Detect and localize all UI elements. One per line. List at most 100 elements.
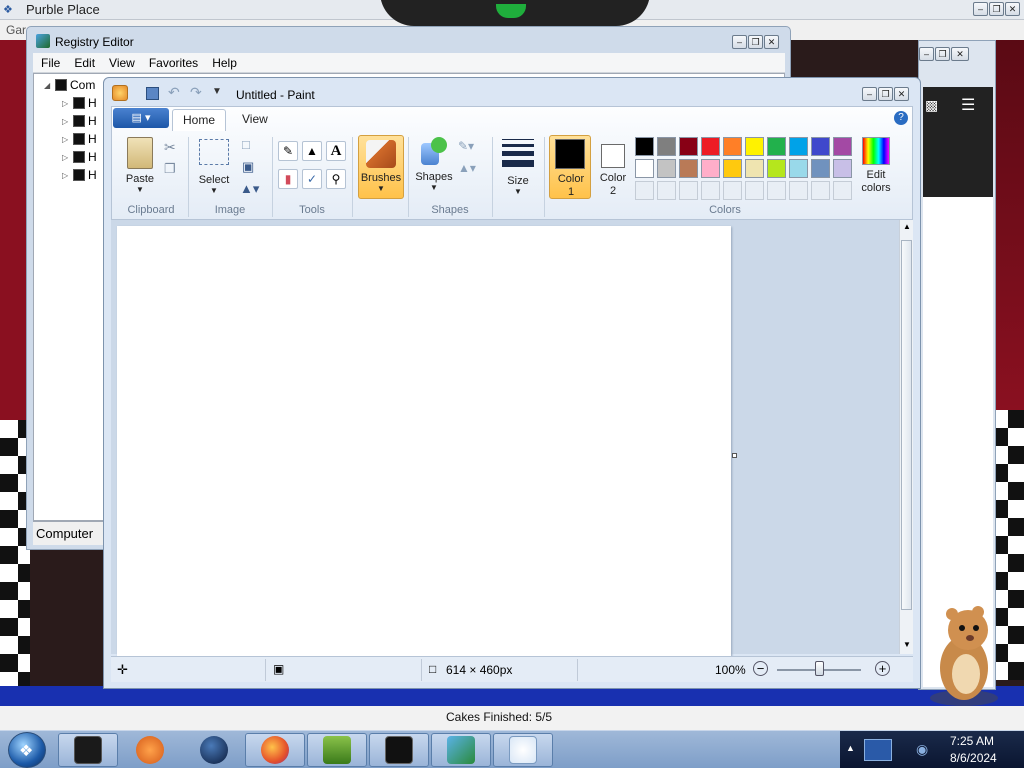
menu-edit[interactable]: Edit — [74, 56, 95, 70]
magnifier-icon[interactable]: ⚲ — [326, 169, 346, 189]
tab-view[interactable]: View — [232, 109, 278, 131]
taskbar-app-dark[interactable] — [58, 733, 118, 767]
select-button[interactable]: Select ▼ — [196, 137, 232, 197]
palette-empty-swatch[interactable] — [635, 181, 654, 200]
paint-menu-button[interactable]: ▤ ▾ — [113, 108, 169, 128]
tree-root[interactable]: ◢ Com — [44, 78, 95, 92]
palette-empty-swatch[interactable] — [833, 181, 852, 200]
menu-favorites[interactable]: Favorites — [149, 56, 198, 70]
expand-icon[interactable]: ▷ — [62, 117, 70, 126]
size-button[interactable]: Size ▼ — [498, 137, 538, 197]
palette-color-swatch[interactable] — [657, 137, 676, 156]
palette-empty-swatch[interactable] — [789, 181, 808, 200]
cut-icon[interactable]: ✂ — [164, 139, 176, 156]
palette-color-swatch[interactable] — [811, 159, 830, 178]
game-menu-item[interactable]: Gar — [6, 23, 26, 37]
palette-empty-swatch[interactable] — [745, 181, 764, 200]
palette-color-swatch[interactable] — [833, 159, 852, 178]
palette-color-swatch[interactable] — [679, 159, 698, 178]
rotate-icon[interactable]: ▲▾ — [240, 181, 259, 197]
menu-help[interactable]: Help — [212, 56, 237, 70]
expand-icon[interactable]: ▷ — [62, 153, 70, 162]
taskbar-paint[interactable] — [493, 733, 553, 767]
game-maximize-button[interactable]: ❐ — [989, 2, 1004, 16]
palette-color-swatch[interactable] — [767, 137, 786, 156]
taskbar-media-player[interactable] — [120, 733, 180, 767]
fill-shape-icon[interactable]: ▲▾ — [458, 161, 476, 175]
edit-colors-button[interactable]: Edit colors — [856, 135, 896, 199]
extension-icon[interactable]: ▩ — [925, 97, 938, 114]
palette-color-swatch[interactable] — [745, 159, 764, 178]
brushes-button[interactable]: Brushes ▼ — [358, 135, 404, 199]
text-icon[interactable]: A — [326, 141, 346, 161]
crop-icon[interactable]: □ — [242, 137, 250, 152]
taskbar-firefox[interactable] — [245, 733, 305, 767]
taskbar-registry[interactable] — [431, 733, 491, 767]
paint-minimize-button[interactable]: – — [862, 87, 877, 101]
resize-icon[interactable]: ▣ — [242, 159, 254, 175]
save-icon[interactable] — [146, 87, 159, 100]
palette-empty-swatch[interactable] — [657, 181, 676, 200]
palette-color-swatch[interactable] — [745, 137, 764, 156]
paste-button[interactable]: Paste ▼ — [122, 137, 158, 197]
bg-minimize-button[interactable]: – — [919, 47, 934, 61]
bg-close-button[interactable]: ✕ — [951, 47, 969, 61]
tree-node[interactable]: ▷ H — [62, 150, 97, 164]
palette-color-swatch[interactable] — [723, 137, 742, 156]
taskbar-notepad[interactable] — [369, 733, 429, 767]
palette-empty-swatch[interactable] — [811, 181, 830, 200]
start-button[interactable]: ❖ — [8, 732, 46, 768]
show-hidden-icons-icon[interactable]: ▲ — [846, 743, 855, 753]
palette-empty-swatch[interactable] — [701, 181, 720, 200]
zoom-out-icon[interactable]: − — [753, 661, 768, 676]
tree-node[interactable]: ▷ H — [62, 114, 97, 128]
regedit-titlebar[interactable]: Registry Editor – ❐ ✕ — [27, 27, 790, 53]
bg-maximize-button[interactable]: ❐ — [935, 47, 950, 61]
canvas-resize-handle[interactable] — [732, 453, 737, 458]
scroll-thumb[interactable] — [901, 240, 912, 610]
outline-icon[interactable]: ✎▾ — [458, 139, 474, 153]
color-picker-icon[interactable]: ✓ — [302, 169, 322, 189]
expand-icon[interactable]: ▷ — [62, 99, 70, 108]
palette-color-swatch[interactable] — [723, 159, 742, 178]
clock-date[interactable]: 8/6/2024 — [950, 751, 997, 765]
palette-color-swatch[interactable] — [701, 137, 720, 156]
copy-icon[interactable]: ❐ — [164, 161, 176, 177]
scroll-down-icon[interactable]: ▼ — [903, 640, 911, 649]
palette-empty-swatch[interactable] — [767, 181, 786, 200]
color2-button[interactable]: Color 2 — [594, 135, 632, 199]
tray-app-icon[interactable] — [864, 739, 892, 761]
help-icon[interactable]: ? — [894, 111, 908, 125]
expand-icon[interactable]: ▷ — [62, 135, 70, 144]
zoom-slider-thumb[interactable] — [815, 661, 824, 676]
clock-time[interactable]: 7:25 AM — [950, 734, 994, 748]
redo-icon[interactable]: ↷ — [190, 84, 202, 101]
palette-color-swatch[interactable] — [657, 159, 676, 178]
color1-button[interactable]: Color 1 — [549, 135, 591, 199]
drawing-canvas[interactable] — [117, 226, 731, 656]
taskbar-globe[interactable] — [184, 733, 244, 767]
collapse-icon[interactable]: ◢ — [44, 81, 52, 90]
paint-titlebar[interactable]: ↶ ↷ ▼ Untitled - Paint – ❐ ✕ — [104, 78, 920, 106]
zoom-in-icon[interactable]: + — [875, 661, 890, 676]
shapes-button[interactable]: Shapes ▼ — [414, 137, 454, 197]
game-close-button[interactable]: ✕ — [1005, 2, 1020, 16]
tree-node[interactable]: ▷ H — [62, 132, 97, 146]
palette-color-swatch[interactable] — [635, 137, 654, 156]
tree-node[interactable]: ▷ H — [62, 168, 97, 182]
undo-icon[interactable]: ↶ — [168, 84, 180, 101]
paint-maximize-button[interactable]: ❐ — [878, 87, 893, 101]
regedit-close-button[interactable]: ✕ — [764, 35, 779, 49]
vertical-scrollbar[interactable]: ▲ ▼ — [899, 220, 913, 654]
palette-color-swatch[interactable] — [833, 137, 852, 156]
fill-icon[interactable]: ▲ — [302, 141, 322, 161]
palette-empty-swatch[interactable] — [679, 181, 698, 200]
eraser-icon[interactable]: ▮ — [278, 169, 298, 189]
taskbar-box-game[interactable] — [307, 733, 367, 767]
palette-color-swatch[interactable] — [767, 159, 786, 178]
palette-color-swatch[interactable] — [789, 159, 808, 178]
palette-color-swatch[interactable] — [635, 159, 654, 178]
tab-home[interactable]: Home — [172, 109, 227, 131]
expand-icon[interactable]: ▷ — [62, 171, 70, 180]
tree-node[interactable]: ▷ H — [62, 96, 97, 110]
